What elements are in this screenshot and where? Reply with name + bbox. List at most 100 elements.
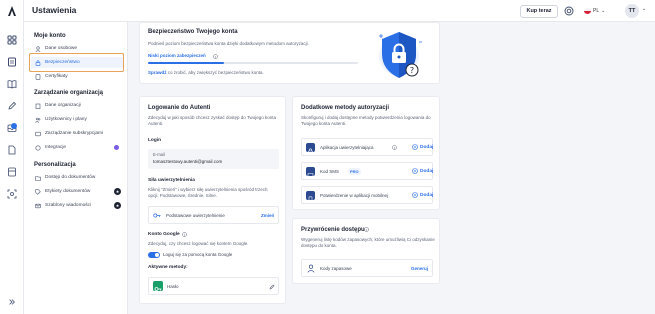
menu-item-label: Etykiety dokumentów [45, 189, 91, 194]
active-methods-title: Aktywne metody: [148, 265, 188, 270]
menu-item-message-templates[interactable]: Szablony wiadomości ★ [31, 200, 123, 211]
menu-item-label: Dane osobowe [45, 46, 78, 51]
method-label: Aplikacja uwierzytelniająca [320, 145, 374, 150]
generate-link[interactable]: Generuj [411, 266, 428, 272]
poland-flag-icon [584, 8, 591, 14]
page-title: Ustawienia [32, 5, 77, 15]
google-title: Konto Google [148, 232, 180, 237]
login-title: Logowanie do Autenti [148, 105, 211, 111]
user-key-icon [307, 264, 315, 273]
authenticator-app-icon [306, 143, 315, 155]
shield-lock-illustration-icon: ? [379, 32, 422, 78]
help-icon[interactable] [564, 6, 574, 16]
app-rail [0, 0, 24, 314]
google-toggle[interactable] [148, 252, 160, 258]
plus-circle-icon [412, 192, 418, 198]
methods-title: Dodatkowe metody autoryzacji [301, 105, 390, 111]
add-authenticator-button[interactable]: Dodaj [412, 144, 433, 150]
password-icon [153, 281, 163, 291]
template-icon[interactable] [7, 167, 17, 177]
plus-circle-icon [412, 168, 418, 174]
auth-strength-desc: Kliknij "Zmień" i wybierz siłę uwierzyte… [148, 187, 268, 198]
method-row-sms: Kod SMS PRO Dodaj [301, 162, 433, 180]
menu-item-certificates[interactable]: Certyfikaty [31, 71, 123, 82]
security-hint: Sprawdź co zrobić, aby zwiększyć bezpiec… [148, 70, 264, 76]
recovery-title: Przywrócenie dostępu [301, 227, 365, 233]
method-label: Potwierdzenie w aplikacji mobilnej [320, 193, 389, 198]
info-icon[interactable] [182, 232, 187, 237]
active-method-label: Hasło [167, 284, 179, 289]
tag-icon [35, 188, 41, 195]
login-desc: Zdecyduj w jaki sposób chcesz zyskać dos… [148, 115, 276, 126]
add-mobile-button[interactable]: Dodaj [412, 192, 433, 198]
inbox-badge [11, 123, 17, 129]
menu-item-users-plans[interactable]: Użytkownicy i plany [31, 114, 123, 125]
settings-page: Ustawienia Kup teraz PL ⌄ TT ⌄ Moje kont… [0, 0, 655, 314]
autenti-logo[interactable] [6, 5, 18, 17]
active-method-row: Hasło [148, 277, 279, 295]
book-icon[interactable] [7, 79, 17, 89]
integration-icon [35, 144, 41, 151]
recovery-desc: Wygeneruj listę kodów zapasowych, które … [301, 237, 435, 248]
auth-strength-value: Podstawowe uwierzytelnienie [166, 213, 225, 218]
certificate-icon [35, 73, 41, 80]
change-link[interactable]: Zmień [261, 213, 274, 219]
expand-icon[interactable] [8, 298, 16, 306]
security-desc: Podnieś poziom bezpieczeństwa konta dzię… [148, 41, 309, 46]
section-organization: Zarządzanie organizacją [34, 90, 104, 96]
building-icon [35, 103, 41, 109]
google-desc: Zdecyduj, czy chcesz logować się kontem … [148, 241, 249, 246]
add-sms-button[interactable]: Dodaj [412, 168, 433, 174]
avatar-chevron-icon[interactable]: ⌄ [642, 6, 646, 12]
security-level: Niski poziom zabezpieczeń [148, 53, 206, 58]
documents-icon[interactable] [7, 57, 17, 67]
auth-strength-title: Siła uwierzytelnienia [148, 178, 195, 183]
scan-icon[interactable] [7, 189, 17, 199]
integrations-badge [114, 145, 119, 150]
login-label: Login [148, 138, 162, 143]
users-icon [35, 117, 41, 123]
svg-text:?: ? [410, 66, 414, 75]
user-icon [35, 45, 41, 52]
language-select[interactable]: PL ⌄ [584, 6, 605, 16]
info-icon[interactable] [213, 54, 218, 59]
section-my-account: Moje konto [34, 33, 66, 39]
pro-badge: PRO [348, 168, 361, 175]
auth-strength-row: Podstawowe uwierzytelnienie Zmień [148, 206, 279, 224]
templates-badge-icon: ★ [114, 202, 121, 209]
security-level-track [148, 62, 358, 64]
recovery-card: Przywrócenie dostępu Wygeneruj listę kod… [292, 218, 440, 284]
edit-icon[interactable] [269, 284, 275, 290]
menu-item-doc-access[interactable]: Dostęp do dokumentów [31, 172, 123, 183]
chevron-down-icon: ⌄ [601, 8, 606, 14]
add-label: Dodaj [420, 168, 434, 174]
menu-item-label: Zarządzanie subskrypcjami [45, 131, 104, 136]
menu-item-label: Dostęp do dokumentów [45, 175, 96, 180]
menu-item-subscriptions[interactable]: Zarządzanie subskrypcjami [31, 128, 123, 139]
method-label: Kod SMS [320, 169, 340, 174]
check-link[interactable]: Sprawdź [148, 70, 167, 75]
info-icon[interactable] [392, 145, 397, 150]
file-icon[interactable] [7, 145, 17, 155]
language-label: PL [593, 8, 600, 14]
highlight-box [29, 53, 124, 72]
pen-icon[interactable] [7, 101, 17, 111]
security-card: Bezpieczeństwo Twojego konta Podnieś poz… [139, 22, 440, 84]
menu-item-label: Integracje [45, 145, 67, 150]
add-label: Dodaj [420, 144, 434, 150]
methods-desc: Skonfiguruj i dodaj dostępne metody potw… [301, 115, 431, 126]
email-label: E-mail [153, 152, 165, 157]
email-field: E-mail tomasztestowy.autenti@gmail.com [148, 149, 279, 169]
dashboard-icon[interactable] [7, 35, 17, 45]
labels-badge-icon: ★ [114, 188, 121, 195]
info-icon[interactable] [364, 227, 369, 232]
security-level-fill [148, 62, 224, 64]
add-label: Dodaj [420, 192, 434, 198]
buy-now-button[interactable]: Kup teraz [520, 5, 558, 18]
backup-codes-label: Kody zapasowe [320, 266, 352, 271]
menu-item-org-data[interactable]: Dane organizacji [31, 100, 123, 111]
menu-item-integrations[interactable]: Integracje [31, 142, 123, 153]
menu-item-doc-labels[interactable]: Etykiety dokumentów ★ [31, 186, 123, 197]
menu-item-label: Certyfikaty [45, 74, 68, 79]
avatar[interactable]: TT [625, 4, 639, 18]
